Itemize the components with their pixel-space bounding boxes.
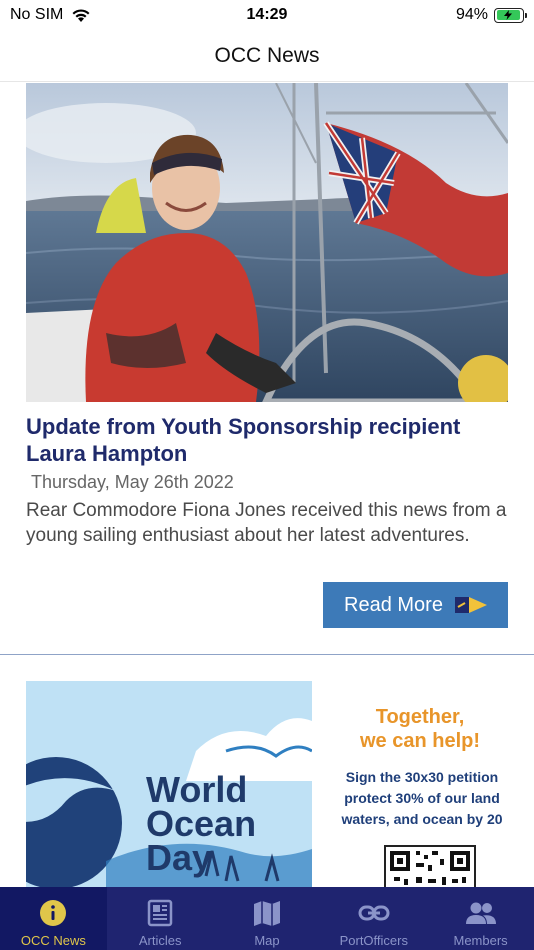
navigation-bar: OCC News xyxy=(0,30,534,82)
petition-heading-line-1: Together, xyxy=(375,706,465,728)
article-summary: Rear Commodore Fiona Jones received this… xyxy=(26,500,507,546)
map-icon xyxy=(251,897,283,929)
petition-heading-line-2: we can help! xyxy=(359,730,481,752)
tab-articles[interactable]: Articles xyxy=(107,887,214,950)
logo-text-world: World xyxy=(146,769,248,810)
tab-port-officers[interactable]: PortOfficers xyxy=(320,887,427,950)
read-more-button[interactable]: Read More xyxy=(323,582,508,628)
tab-bar: OCC News Articles Map PortOfficers Membe… xyxy=(0,887,534,950)
tab-label: Articles xyxy=(138,933,182,948)
petition-body-line-3: waters, and ocean by 20 xyxy=(341,811,503,827)
tab-members[interactable]: Members xyxy=(427,887,534,950)
status-left: No SIM xyxy=(10,6,91,24)
newspaper-icon xyxy=(144,897,176,929)
petition-heading: Together, we can help! xyxy=(330,705,508,753)
world-ocean-day-image[interactable]: World Ocean Day xyxy=(26,681,312,887)
status-right: 94% xyxy=(455,6,527,24)
battery-icon xyxy=(494,7,527,23)
status-bar: No SIM 14:29 94% xyxy=(0,0,534,30)
page-title: OCC News xyxy=(214,43,320,67)
occ-burgee-icon xyxy=(454,597,487,613)
tab-label: PortOfficers xyxy=(339,933,408,948)
battery-percent: 94% xyxy=(455,6,488,23)
qr-code[interactable] xyxy=(384,845,476,887)
read-more-label: Read More xyxy=(344,593,443,616)
article-title[interactable]: Update from Youth Sponsorship recipient … xyxy=(26,413,508,467)
tab-label: Members xyxy=(453,933,508,948)
members-icon xyxy=(465,897,497,929)
charging-bolt-icon xyxy=(504,10,513,20)
article-divider xyxy=(0,654,534,655)
info-icon xyxy=(37,897,69,929)
tab-occ-news[interactable]: OCC News xyxy=(0,887,107,950)
article-hero-image[interactable] xyxy=(26,83,508,402)
petition-panel[interactable]: Together, we can help! Sign the 30x30 pe… xyxy=(322,681,508,887)
logo-text-day: Day xyxy=(146,837,213,878)
tab-label: Map xyxy=(254,933,280,948)
petition-body-line-1: Sign the 30x30 petition xyxy=(345,769,499,785)
petition-body-line-2: protect 30% of our land xyxy=(344,790,500,806)
logo-text-ocean: Ocean xyxy=(146,803,257,844)
news-feed[interactable]: Update from Youth Sponsorship recipient … xyxy=(0,83,534,887)
tab-label: OCC News xyxy=(20,933,86,948)
tab-map[interactable]: Map xyxy=(214,887,321,950)
petition-body: Sign the 30x30 petition protect 30% of o… xyxy=(322,767,508,830)
article-date: Thursday, May 26th 2022 xyxy=(31,472,234,492)
sailing-photo xyxy=(26,83,508,402)
carrier-label: No SIM xyxy=(10,6,64,23)
link-icon xyxy=(358,897,390,929)
qr-code-pattern xyxy=(390,851,470,885)
battery-fill xyxy=(496,10,520,20)
wifi-icon xyxy=(72,8,90,22)
